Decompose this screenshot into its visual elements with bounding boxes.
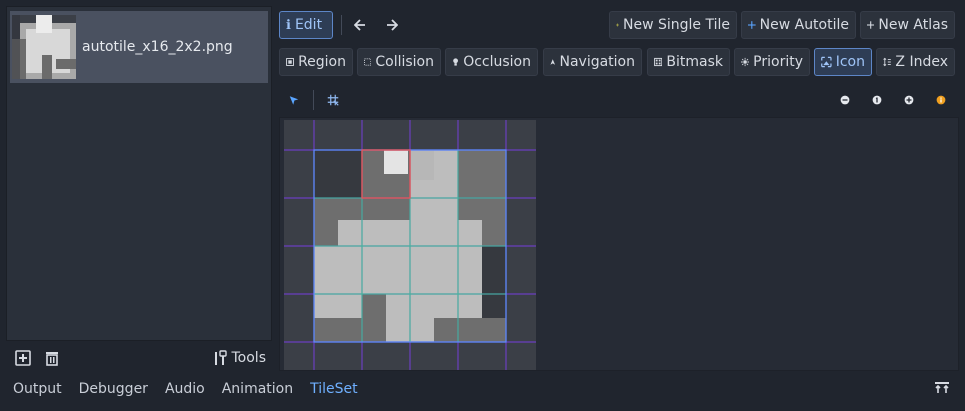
mode-priority-button[interactable]: Priority xyxy=(734,48,810,76)
edit-button[interactable]: ℹ Edit xyxy=(279,11,333,39)
bottom-panel-tabs: Output Debugger Audio Animation TileSet xyxy=(0,374,965,404)
tools-button[interactable]: Tools xyxy=(213,346,267,370)
texture-list-panel: autotile_x16_2x2.png xyxy=(6,6,272,341)
mode-occlusion-label: Occlusion xyxy=(463,54,531,70)
tileset-main-toolbar: ℹ Edit New Single Tile New Autotile New … xyxy=(277,8,959,39)
pointer-icon[interactable] xyxy=(282,86,306,114)
z-index-icon xyxy=(883,57,891,67)
collision-icon xyxy=(364,58,372,66)
texture-list-item[interactable]: autotile_x16_2x2.png xyxy=(10,11,268,83)
new-single-tile-label: New Single Tile xyxy=(623,17,730,33)
add-texture-icon[interactable] xyxy=(11,346,35,370)
zoom-out-icon[interactable] xyxy=(833,86,857,114)
tools-label: Tools xyxy=(231,350,267,366)
mode-priority-label: Priority xyxy=(753,54,803,70)
navigation-icon xyxy=(550,59,556,65)
plus-white-icon xyxy=(867,21,875,29)
mode-collision-button[interactable]: Collision xyxy=(357,48,441,76)
texture-filename: autotile_x16_2x2.png xyxy=(82,39,233,55)
mode-navigation-button[interactable]: Navigation xyxy=(543,48,642,76)
mode-z-index-label: Z Index xyxy=(895,54,948,70)
next-arrow-icon[interactable] xyxy=(379,11,405,39)
icon-mode-icon xyxy=(821,56,832,68)
texture-list-toolbar: Tools xyxy=(6,344,272,372)
new-autotile-button[interactable]: New Autotile xyxy=(741,11,856,39)
tab-tileset[interactable]: TileSet xyxy=(310,381,358,397)
texture-thumbnail xyxy=(12,15,76,79)
mode-z-index-button[interactable]: Z Index xyxy=(876,48,955,76)
tab-debugger[interactable]: Debugger xyxy=(79,381,148,397)
toolbar-separator xyxy=(341,15,342,35)
grid-snap-icon[interactable] xyxy=(320,86,346,114)
mode-icon-button[interactable]: Icon xyxy=(814,48,872,76)
new-atlas-button[interactable]: New Atlas xyxy=(860,11,955,39)
new-autotile-label: New Autotile xyxy=(759,17,849,33)
mode-bitmask-label: Bitmask xyxy=(666,54,723,70)
bitmask-icon xyxy=(654,57,663,67)
tile-editor-toolbar xyxy=(277,86,959,114)
zoom-in-icon[interactable] xyxy=(897,86,921,114)
info-small-icon: ℹ xyxy=(286,17,291,33)
new-atlas-label: New Atlas xyxy=(878,17,948,33)
trash-icon[interactable] xyxy=(40,346,64,370)
tools-icon xyxy=(214,350,227,365)
plus-yellow-icon xyxy=(616,23,619,27)
mode-region-label: Region xyxy=(298,54,346,70)
mode-icon-label: Icon xyxy=(835,54,865,70)
zoom-reset-icon[interactable] xyxy=(865,86,889,114)
edit-label: Edit xyxy=(294,17,323,33)
mode-collision-label: Collision xyxy=(375,54,434,70)
info-icon[interactable] xyxy=(929,86,953,114)
tile-workspace[interactable] xyxy=(279,117,959,371)
tab-audio[interactable]: Audio xyxy=(165,381,205,397)
tab-output[interactable]: Output xyxy=(13,381,62,397)
editor-toolbar-separator xyxy=(313,90,314,110)
priority-icon xyxy=(741,57,750,67)
tileset-editor: ℹ Edit New Single Tile New Autotile New … xyxy=(277,6,959,372)
plus-blue-icon xyxy=(748,21,756,29)
occlusion-icon xyxy=(453,58,458,66)
mode-region-button[interactable]: Region xyxy=(279,48,353,76)
mode-navigation-label: Navigation xyxy=(559,54,635,70)
mode-occlusion-button[interactable]: Occlusion xyxy=(445,48,538,76)
tab-animation[interactable]: Animation xyxy=(222,381,293,397)
region-icon xyxy=(286,58,294,66)
expand-bottom-panel-icon[interactable] xyxy=(934,381,950,399)
mode-bitmask-button[interactable]: Bitmask xyxy=(647,48,730,76)
new-single-tile-button[interactable]: New Single Tile xyxy=(609,11,737,39)
previous-arrow-icon[interactable] xyxy=(347,11,373,39)
tile-texture-canvas[interactable] xyxy=(284,120,536,370)
